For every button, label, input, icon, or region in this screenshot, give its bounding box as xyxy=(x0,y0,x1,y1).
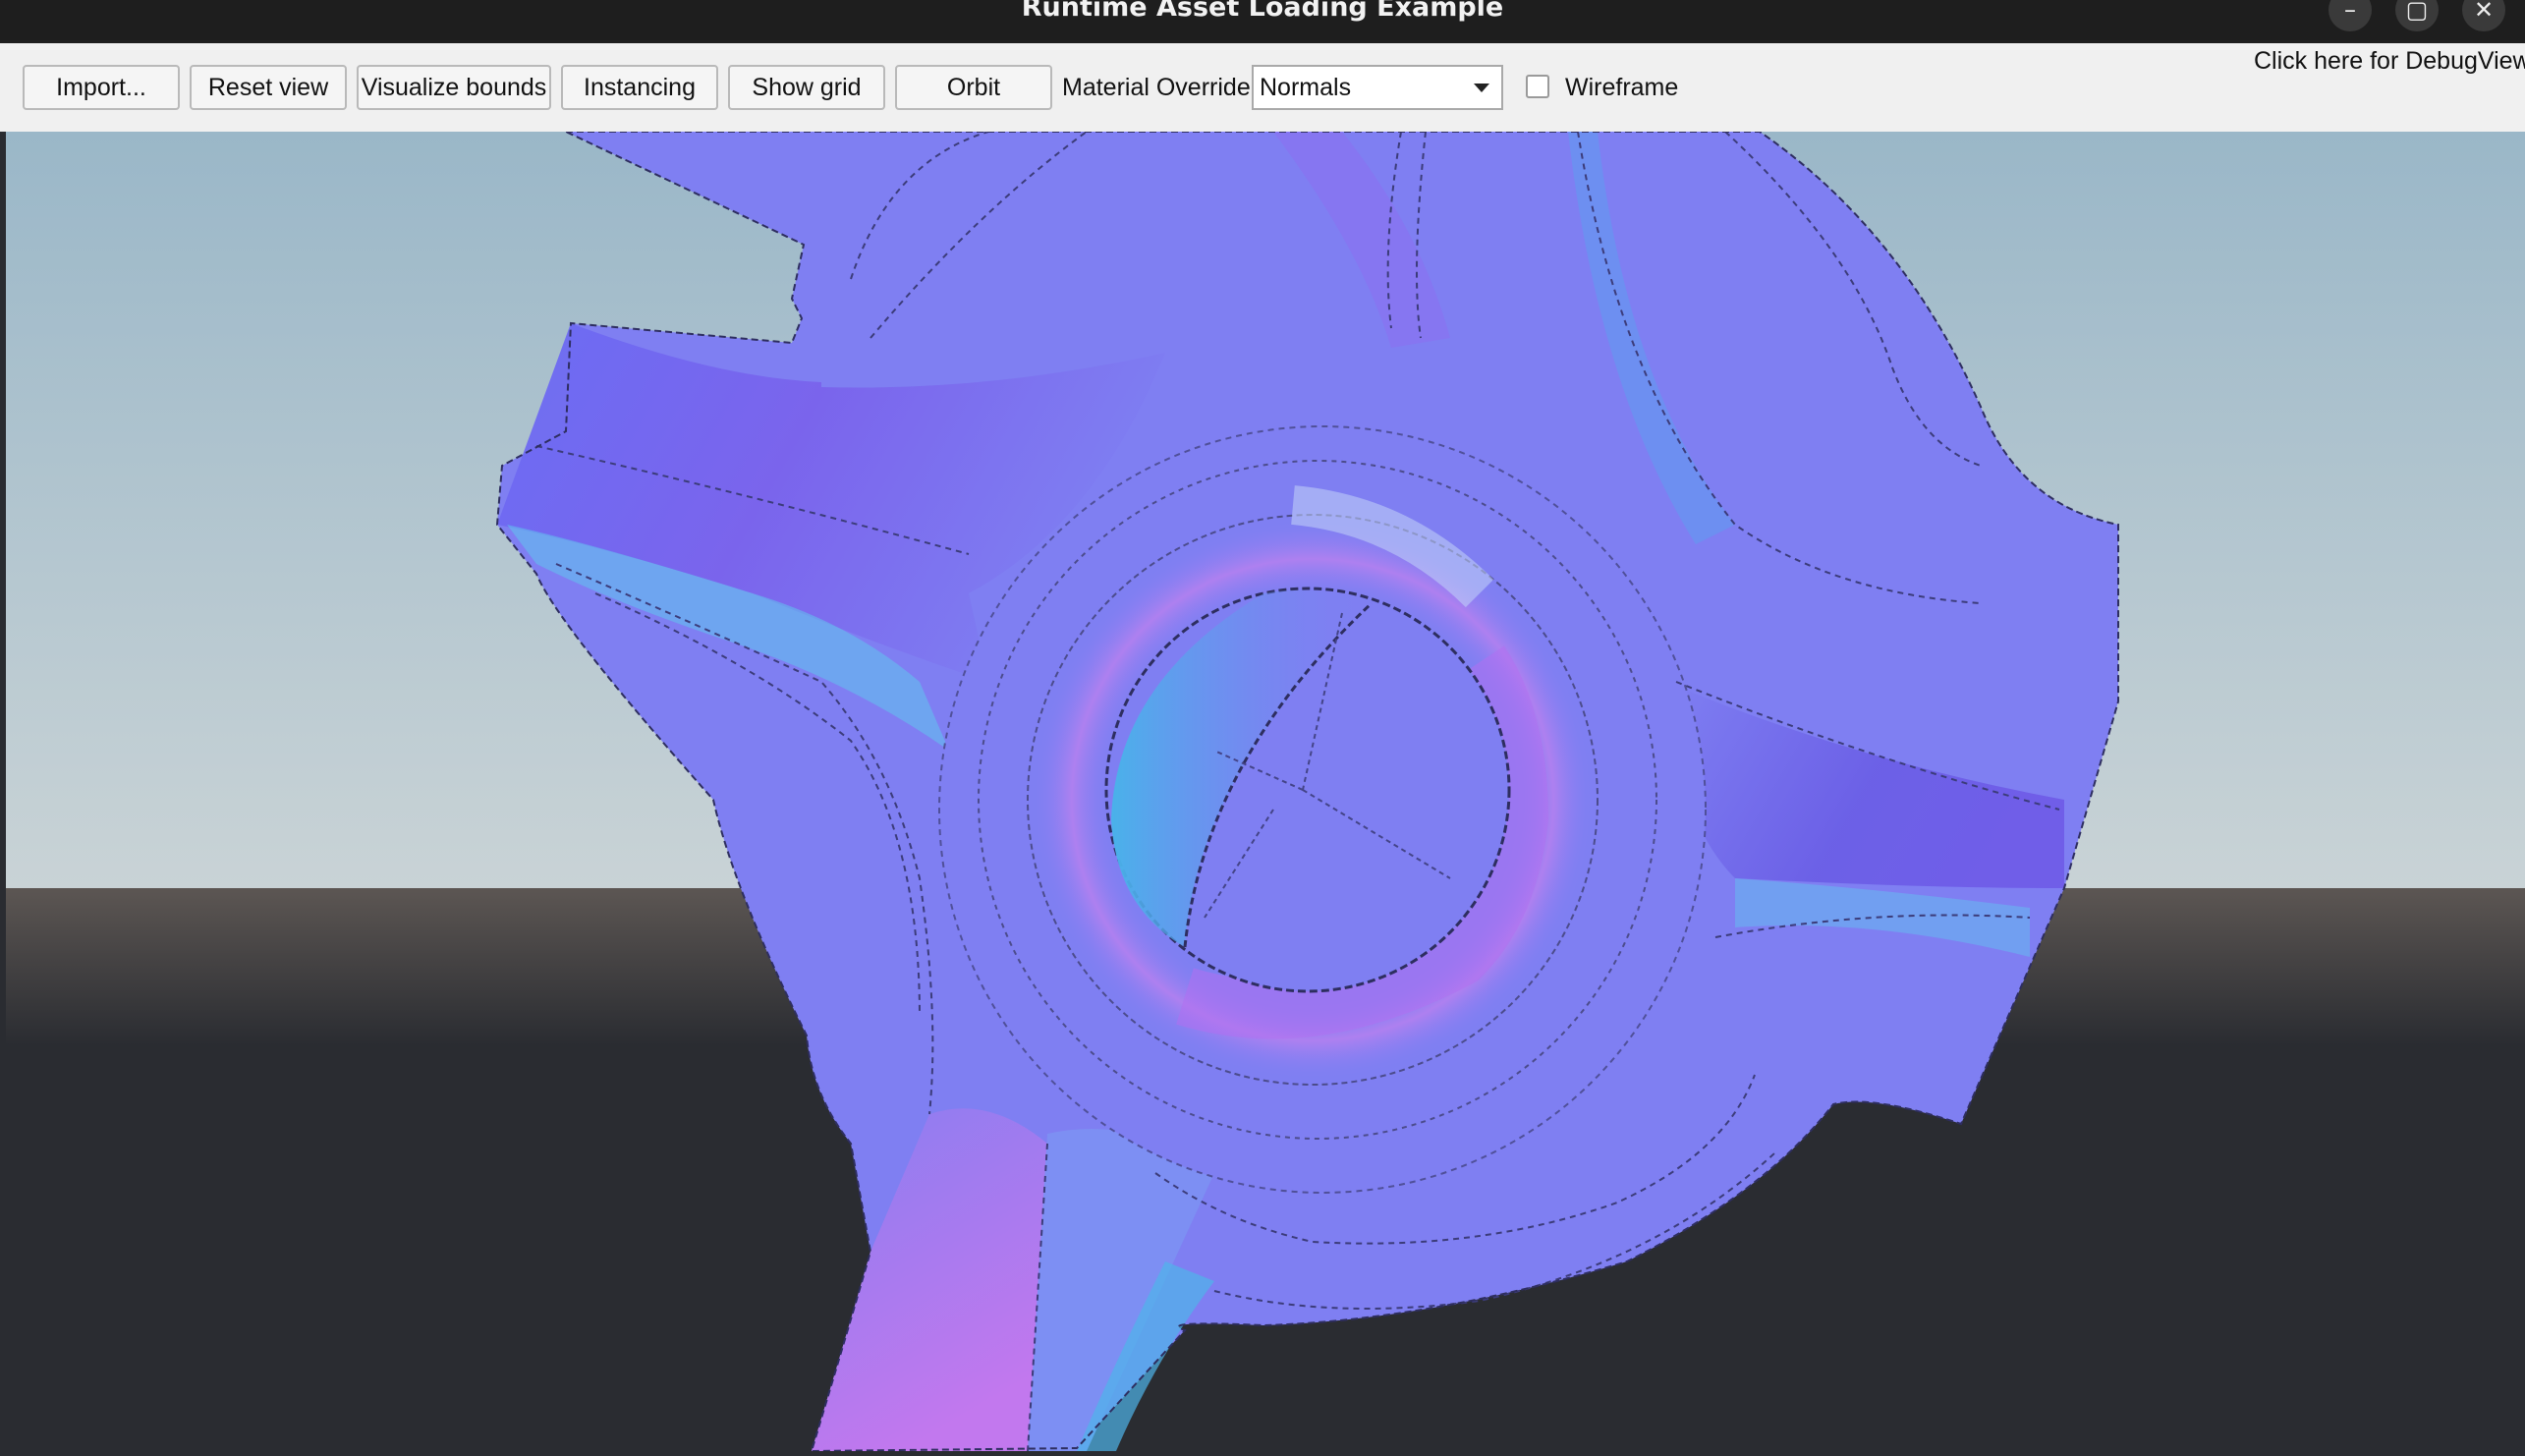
wireframe-checkbox[interactable] xyxy=(1526,75,1549,98)
window-titlebar: Runtime Asset Loading Example – ▢ ✕ xyxy=(0,0,2525,43)
debug-view-link[interactable]: Click here for DebugView xyxy=(2254,47,2525,76)
3d-viewport[interactable] xyxy=(6,131,2525,1453)
reset-view-button[interactable]: Reset view xyxy=(190,65,347,110)
material-override-value: Normals xyxy=(1260,74,1352,101)
material-override-select[interactable]: Normals xyxy=(1252,65,1503,110)
material-override-label: Material Override xyxy=(1062,74,1251,101)
viewport-render[interactable] xyxy=(6,131,2525,1453)
visualize-bounds-button[interactable]: Visualize bounds xyxy=(357,65,551,110)
instancing-button[interactable]: Instancing xyxy=(561,65,718,110)
window-title: Runtime Asset Loading Example xyxy=(1021,0,1504,23)
import-button[interactable]: Import... xyxy=(23,65,180,110)
wireframe-label: Wireframe xyxy=(1565,74,1679,101)
toolbar: Import... Reset view Visualize bounds In… xyxy=(0,43,2525,132)
maximize-icon[interactable]: ▢ xyxy=(2395,0,2439,31)
orbit-button[interactable]: Orbit xyxy=(895,65,1052,110)
chevron-down-icon xyxy=(1474,84,1489,92)
minimize-icon[interactable]: – xyxy=(2329,0,2372,31)
show-grid-button[interactable]: Show grid xyxy=(728,65,885,110)
close-icon[interactable]: ✕ xyxy=(2462,0,2505,31)
